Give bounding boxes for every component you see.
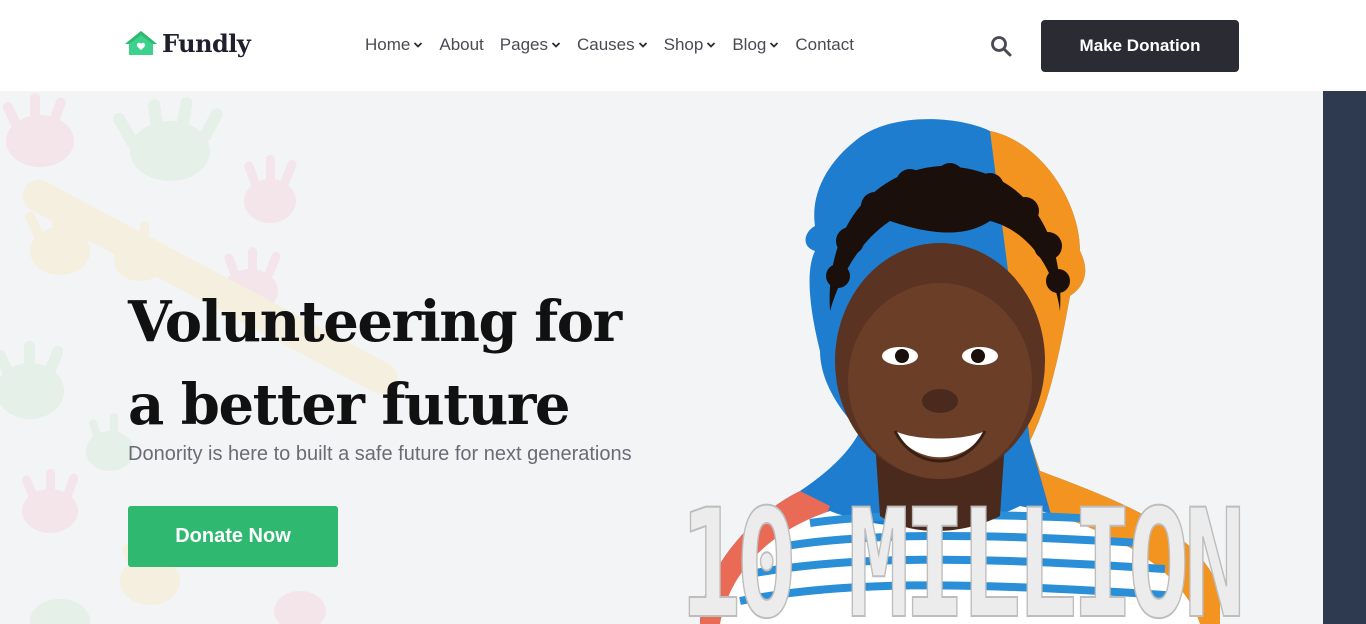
nav-item-label: Home <box>365 35 411 54</box>
hero-child-photo: 10 MILLION <box>679 119 1249 624</box>
chevron-down-icon <box>638 42 647 48</box>
nav-item-about[interactable]: About <box>439 34 483 56</box>
site-header: Fundly Home About Pages Causes Shop Blog… <box>0 0 1366 91</box>
nav-item-contact[interactable]: Contact <box>795 34 854 56</box>
nav-item-blog[interactable]: Blog <box>732 34 779 56</box>
hero-title-line-1: Volunteering for <box>128 289 622 355</box>
nav-item-shop[interactable]: Shop <box>664 34 717 56</box>
hero-image-caption: 10 MILLION <box>680 478 1240 624</box>
nav-item-label: About <box>439 35 484 54</box>
donate-now-button[interactable]: Donate Now <box>128 506 338 567</box>
house-heart-icon <box>125 31 157 55</box>
nav-item-label: Pages <box>499 35 548 54</box>
main-nav: Home About Pages Causes Shop Blog Contac… <box>365 34 870 56</box>
chevron-down-icon <box>770 42 779 48</box>
logo[interactable]: Fundly <box>123 28 251 58</box>
make-donation-button[interactable]: Make Donation <box>1041 20 1239 72</box>
side-strip <box>1323 91 1366 624</box>
hero-section: Volunteering for a better future Donorit… <box>0 91 1323 624</box>
hero-title: Volunteering for a better future <box>128 281 622 447</box>
nav-item-label: Causes <box>577 35 635 54</box>
nav-item-label: Shop <box>663 35 704 54</box>
chevron-down-icon <box>707 42 716 48</box>
nav-item-label: Contact <box>795 35 854 54</box>
chevron-down-icon <box>551 42 561 48</box>
nav-item-home[interactable]: Home <box>365 34 423 56</box>
search-icon[interactable] <box>989 34 1013 58</box>
nav-item-label: Blog <box>732 35 767 54</box>
hero-title-line-2: a better future <box>128 372 570 438</box>
hero-subtitle: Donority is here to built a safe future … <box>128 443 632 465</box>
nav-item-causes[interactable]: Causes <box>577 34 648 56</box>
nav-item-pages[interactable]: Pages <box>500 34 561 56</box>
chevron-down-icon <box>414 42 423 48</box>
brand-name: Fundly <box>162 28 251 58</box>
